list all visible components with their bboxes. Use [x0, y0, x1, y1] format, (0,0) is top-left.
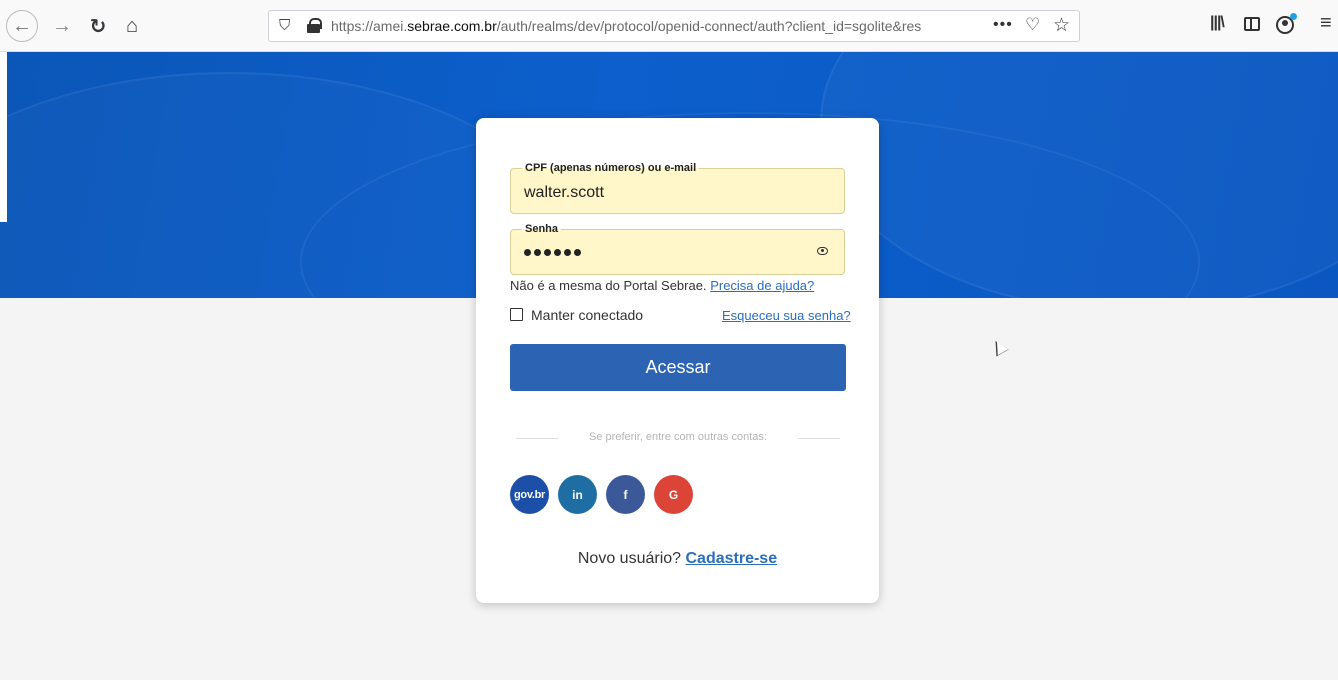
password-dot: [564, 249, 571, 256]
home-button[interactable]: ⌂: [118, 12, 146, 40]
password-dot: [574, 249, 581, 256]
password-dot: [544, 249, 551, 256]
password-dot: [534, 249, 541, 256]
remember-me-checkbox[interactable]: [510, 308, 523, 321]
url-path: /auth/realms/dev/protocol/openid-connect…: [496, 18, 922, 34]
password-label: Senha: [522, 223, 562, 235]
username-field[interactable]: CPF (apenas números) ou e-mail walter.sc…: [510, 162, 845, 214]
forward-arrow-icon: →: [52, 14, 72, 37]
alternative-login-divider: Se preferir, entre com outras contas:: [516, 430, 840, 446]
username-label: CPF (apenas números) ou e-mail: [522, 162, 700, 174]
bookmark-star-icon[interactable]: ☆: [1053, 14, 1070, 37]
submit-button[interactable]: Acessar: [510, 344, 846, 391]
back-button[interactable]: ←: [6, 10, 38, 42]
forgot-password-link[interactable]: Esqueceu sua senha?: [722, 308, 851, 323]
username-value[interactable]: walter.scott: [524, 184, 604, 202]
sidebar-icon[interactable]: [1244, 17, 1260, 31]
signup-line: Novo usuário? Cadastre-se: [476, 550, 879, 568]
password-dot: [554, 249, 561, 256]
tracking-protection-shield-icon[interactable]: ⛉: [279, 17, 290, 34]
home-icon: ⌂: [125, 14, 139, 37]
password-help-text: Não é a mesma do Portal Sebrae.: [510, 278, 707, 293]
page-actions-more-icon[interactable]: •••: [993, 16, 1013, 34]
library-icon[interactable]: |||\: [1210, 14, 1225, 32]
password-help-line: Não é a mesma do Portal Sebrae. Precisa …: [510, 278, 814, 293]
forward-button[interactable]: →: [48, 12, 76, 40]
password-dot: [524, 249, 531, 256]
facebook-login-button[interactable]: f: [606, 475, 645, 514]
linkedin-login-button[interactable]: in: [558, 475, 597, 514]
lock-icon[interactable]: [307, 18, 322, 33]
url-prefix: https://amei.: [331, 18, 408, 34]
password-masked-value[interactable]: [524, 249, 581, 256]
google-login-button[interactable]: G: [654, 475, 693, 514]
divider-text: Se preferir, entre com outras contas:: [589, 431, 767, 443]
login-card: CPF (apenas números) ou e-mail walter.sc…: [476, 118, 879, 603]
hero-left-edge: [0, 52, 7, 222]
signup-text: Novo usuário?: [577, 550, 682, 567]
pocket-icon[interactable]: ♡: [1025, 15, 1040, 35]
reload-icon: ↻: [89, 15, 107, 38]
remember-me-label[interactable]: Manter conectado: [531, 307, 643, 323]
social-login-buttons: gov.br in f G: [510, 475, 693, 514]
govbr-login-button[interactable]: gov.br: [510, 475, 549, 514]
back-arrow-icon: ←: [12, 14, 32, 37]
show-password-eye-icon[interactable]: [817, 247, 828, 255]
help-link[interactable]: Precisa de ajuda?: [710, 278, 814, 293]
reload-button[interactable]: ↻: [84, 12, 112, 40]
hamburger-menu-icon[interactable]: ≡: [1320, 12, 1332, 35]
url-fade: [931, 13, 961, 39]
address-bar[interactable]: ⛉ https://amei.sebrae.com.br/auth/realms…: [268, 10, 1080, 42]
signup-link[interactable]: Cadastre-se: [686, 550, 778, 567]
url-text[interactable]: https://amei.sebrae.com.br/auth/realms/d…: [331, 18, 961, 34]
divider-line: [798, 438, 840, 439]
url-host: sebrae.com.br: [407, 18, 497, 34]
browser-toolbar: ← → ↻ ⌂ ⛉ https://amei.sebrae.com.br/aut…: [0, 0, 1338, 52]
password-field[interactable]: Senha: [510, 223, 845, 275]
notification-dot: [1290, 13, 1297, 20]
